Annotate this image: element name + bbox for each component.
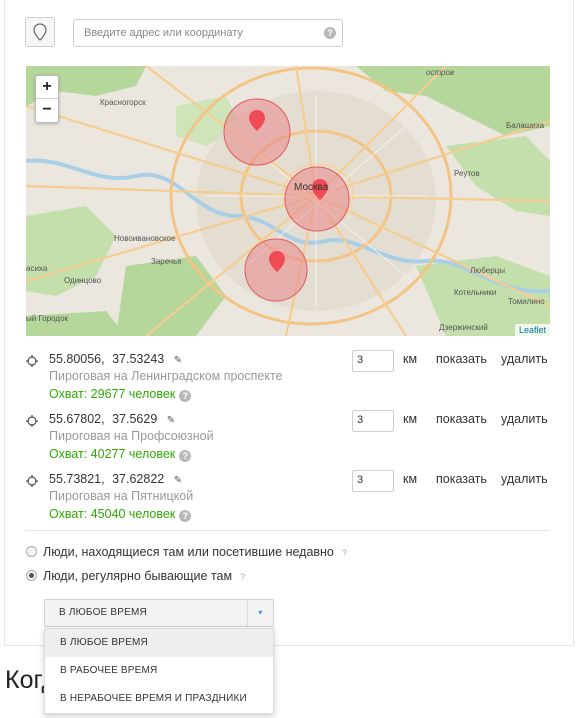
dropdown-option[interactable]: В НЕРАБОЧЕЕ ВРЕМЯ И ПРАЗДНИКИ — [45, 685, 273, 713]
radius-input[interactable]: 3 — [352, 410, 394, 432]
address-search-input[interactable]: Введите адрес или координату ? — [73, 19, 343, 47]
show-link[interactable]: показать — [436, 412, 487, 426]
location-coordinates: 55.73821, 37.62822 ✎ — [49, 472, 186, 486]
edit-pencil-icon[interactable]: ✎ — [167, 415, 175, 426]
select-value: В ЛЮБОЕ ВРЕМЯ — [59, 607, 147, 618]
delete-link[interactable]: удалить — [501, 412, 548, 426]
map-pin-icon — [33, 23, 47, 41]
map-label: Заречье — [151, 257, 182, 266]
help-icon[interactable]: ? — [179, 450, 192, 462]
map-label: Котельники — [454, 288, 497, 297]
edit-pencil-icon[interactable]: ✎ — [174, 355, 182, 366]
radius-input[interactable]: 3 — [352, 470, 394, 492]
radio-button-selected[interactable] — [26, 570, 37, 581]
map-label: Люберцы — [470, 266, 505, 275]
radio-label: Люди, регулярно бывающие там — [43, 569, 233, 583]
zoom-in-button[interactable]: + — [36, 76, 58, 99]
radio-button[interactable] — [26, 546, 37, 557]
chevron-down-icon[interactable]: ▾ — [247, 600, 273, 626]
crosshair-icon[interactable] — [26, 355, 38, 367]
delete-link[interactable]: удалить — [501, 472, 548, 486]
show-link[interactable]: показать — [436, 472, 487, 486]
location-pin-button[interactable] — [25, 17, 55, 47]
reach-text: Охват: 29677 человек — [49, 387, 176, 401]
help-icon[interactable]: ? — [240, 572, 245, 582]
map-label: Красногорск — [100, 98, 146, 107]
map-view[interactable]: + − остров Красногорск Балашиха Реутов М… — [26, 66, 550, 336]
map-label: ый Городок — [26, 314, 69, 323]
reach-text: Охват: 45040 человек — [49, 507, 176, 521]
reach-text: Охват: 40277 человек — [49, 447, 176, 461]
coverage-circle-2 — [284, 166, 350, 232]
map-label: Томилино — [508, 297, 545, 306]
location-item: 55.73821, 37.62822 ✎ Пироговая на Пятниц… — [26, 470, 556, 528]
longitude: 37.62822 — [112, 472, 165, 486]
km-label: км — [403, 412, 418, 426]
km-label: км — [403, 352, 418, 366]
dropdown-option[interactable]: В РАБОЧЕЕ ВРЕМЯ — [45, 657, 273, 685]
location-name: Пироговая на Ленинградском проспекте — [49, 369, 283, 383]
map-label: Дзержинский — [439, 323, 488, 332]
divider — [26, 530, 550, 531]
help-icon[interactable]: ? — [179, 510, 192, 522]
radius-input[interactable]: 3 — [352, 350, 394, 372]
show-link[interactable]: показать — [436, 352, 487, 366]
radio-label: Люди, находящиеся там или посетившие нед… — [43, 545, 334, 559]
reach-count: Охват: 45040 человек? — [49, 507, 192, 522]
location-item: 55.80056, 37.53243 ✎ Пироговая на Ленинг… — [26, 350, 556, 408]
delete-link[interactable]: удалить — [501, 352, 548, 366]
latitude: 55.67802, — [49, 412, 105, 426]
location-coordinates: 55.67802, 37.5629 ✎ — [49, 412, 179, 426]
map-label: Новоивановское — [114, 234, 176, 243]
map-label: асиха — [26, 264, 48, 273]
reach-count: Охват: 29677 человек? — [49, 387, 192, 402]
help-icon[interactable]: ? — [324, 27, 336, 39]
zoom-control: + − — [35, 75, 59, 123]
coverage-circle-1 — [223, 98, 291, 166]
map-label: остров — [426, 68, 455, 77]
reach-count: Охват: 40277 человек? — [49, 447, 192, 462]
km-label: км — [403, 472, 418, 486]
location-name: Пироговая на Профсоюзной — [49, 429, 214, 443]
dropdown-option[interactable]: В ЛЮБОЕ ВРЕМЯ — [45, 629, 273, 657]
location-coordinates: 55.80056, 37.53243 ✎ — [49, 352, 186, 366]
location-item: 55.67802, 37.5629 ✎ Пироговая на Профсою… — [26, 410, 556, 468]
location-name: Пироговая на Пятницкой — [49, 489, 194, 503]
map-attribution-link[interactable]: Leaflet — [514, 324, 550, 336]
map-label: Москва — [294, 182, 329, 193]
zoom-out-button[interactable]: − — [36, 99, 58, 122]
edit-pencil-icon[interactable]: ✎ — [174, 475, 182, 486]
longitude: 37.5629 — [112, 412, 158, 426]
latitude: 55.80056, — [49, 352, 105, 366]
help-icon[interactable]: ? — [342, 548, 347, 558]
search-placeholder: Введите адрес или координату — [84, 27, 243, 39]
map-label: Одинцово — [64, 276, 102, 285]
map-label: Балашиха — [506, 121, 545, 130]
time-select[interactable]: В ЛЮБОЕ ВРЕМЯ ▾ — [44, 599, 274, 627]
time-dropdown-menu: В ЛЮБОЕ ВРЕМЯ В РАБОЧЕЕ ВРЕМЯ В НЕРАБОЧЕ… — [44, 628, 274, 714]
latitude: 55.73821, — [49, 472, 105, 486]
audience-option-recent[interactable]: Люди, находящиеся там или посетившие нед… — [26, 545, 347, 559]
crosshair-icon[interactable] — [26, 475, 38, 487]
longitude: 37.53243 — [112, 352, 165, 366]
crosshair-icon[interactable] — [26, 415, 38, 427]
audience-option-regular[interactable]: Люди, регулярно бывающие там? — [26, 569, 245, 583]
help-icon[interactable]: ? — [179, 390, 192, 402]
map-label: Реутов — [454, 169, 480, 178]
